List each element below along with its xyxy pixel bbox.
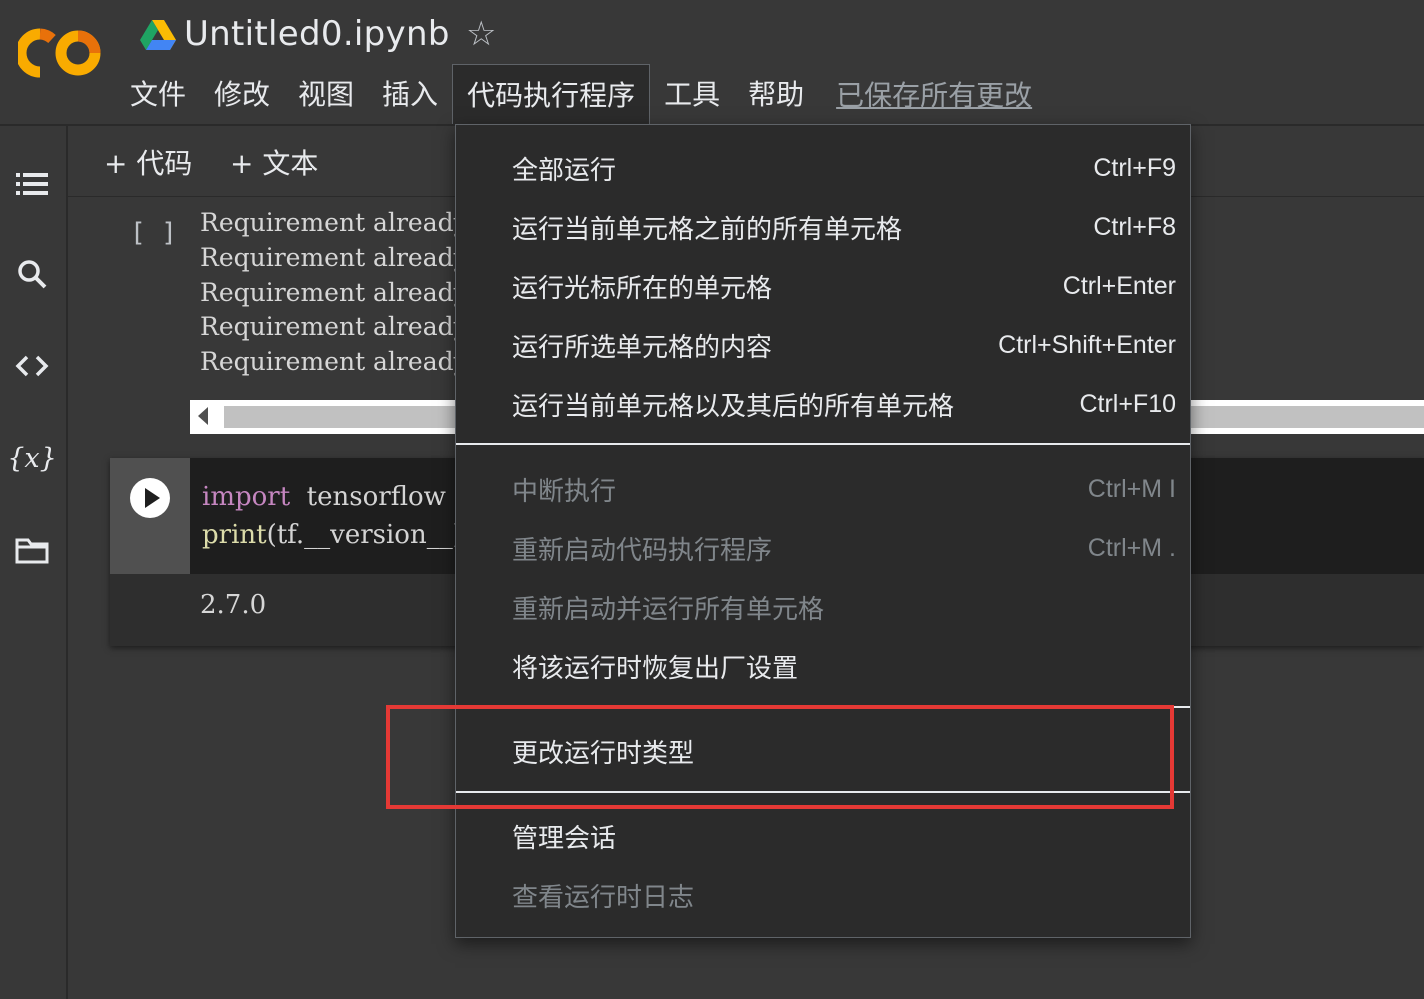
function-name: print [202, 520, 267, 550]
menu-item-factory-reset[interactable]: 将该运行时恢复出厂设置 [512, 641, 1176, 691]
scroll-left-arrow-icon[interactable] [198, 407, 208, 425]
highlight-annotation-box [386, 705, 1174, 809]
menu-item-run-selection[interactable]: 运行所选单元格的内容 Ctrl+Shift+Enter [512, 320, 1176, 370]
sidebar: {x} [0, 126, 68, 999]
menu-item-label: 重新启动代码执行程序 [512, 535, 773, 566]
menu-item-run-all[interactable]: 全部运行 Ctrl+F9 [512, 143, 1176, 193]
menu-item-label: 重新启动并运行所有单元格 [512, 594, 825, 625]
table-of-contents-icon[interactable] [14, 166, 50, 202]
play-icon [144, 488, 160, 508]
menu-item-label: 查看运行时日志 [512, 882, 695, 913]
menu-tools[interactable]: 工具 [650, 64, 734, 124]
menu-item-restart-runtime[interactable]: 重新启动代码执行程序 Ctrl+M . [512, 523, 1176, 573]
files-folder-icon[interactable] [14, 532, 50, 568]
menu-edit[interactable]: 修改 [200, 64, 284, 124]
keyword: import [202, 482, 291, 512]
shortcut-label: Ctrl+F8 [1093, 212, 1176, 241]
shortcut-label: Ctrl+Shift+Enter [998, 330, 1176, 359]
shortcut-label: Ctrl+M I [1087, 474, 1176, 503]
menu-item-label: 运行所选单元格的内容 [512, 332, 773, 363]
add-text-cell-button[interactable]: + 文本 [230, 142, 318, 182]
menu-item-label: 将该运行时恢复出厂设置 [512, 653, 799, 684]
star-outline-icon[interactable]: ☆ [466, 14, 496, 54]
menu-item-label: 运行光标所在的单元格 [512, 273, 773, 304]
cell-output: 2.7.0 [200, 590, 267, 620]
menu-item-view-runtime-logs[interactable]: 查看运行时日志 [512, 870, 1176, 920]
shortcut-label: Ctrl+Enter [1062, 271, 1176, 300]
code-text: (tf.__version__) [266, 520, 463, 550]
menu-item-label: 管理会话 [512, 823, 617, 854]
shortcut-label: Ctrl+F10 [1079, 389, 1176, 418]
menu-item-label: 全部运行 [512, 155, 617, 186]
menubar: 文件 修改 视图 插入 代码执行程序 工具 帮助 已保存所有更改 [116, 64, 1032, 124]
colab-logo[interactable] [15, 28, 102, 82]
menu-view[interactable]: 视图 [284, 64, 368, 124]
menu-item-run-after[interactable]: 运行当前单元格以及其后的所有单元格 Ctrl+F10 [512, 379, 1176, 429]
google-drive-icon[interactable] [140, 20, 176, 56]
code-snippets-icon[interactable] [14, 348, 50, 384]
runtime-dropdown-menu: 全部运行 Ctrl+F9 运行当前单元格之前的所有单元格 Ctrl+F8 运行光标所… [455, 124, 1191, 938]
menu-help[interactable]: 帮助 [734, 64, 818, 124]
cell-execution-count: [ ] [130, 218, 177, 248]
menu-item-restart-and-run-all[interactable]: 重新启动并运行所有单元格 [512, 582, 1176, 632]
cell-gutter [110, 458, 190, 574]
menu-runtime[interactable]: 代码执行程序 [452, 64, 651, 124]
menu-item-label: 运行当前单元格以及其后的所有单元格 [512, 391, 955, 422]
variables-icon[interactable]: {x} [7, 440, 57, 476]
header: Untitled0.ipynb ☆ 文件 修改 视图 插入 代码执行程序 工具 … [0, 0, 1424, 126]
code-line-2: print(tf.__version__) [202, 520, 463, 550]
menu-item-interrupt[interactable]: 中断执行 Ctrl+M I [512, 464, 1176, 514]
search-icon[interactable] [14, 256, 50, 292]
menu-item-label: 运行当前单元格之前的所有单元格 [512, 214, 903, 245]
menu-divider [456, 443, 1190, 445]
menu-insert[interactable]: 插入 [368, 64, 452, 124]
notebook-title[interactable]: Untitled0.ipynb [184, 14, 450, 54]
menu-item-label: 中断执行 [512, 476, 617, 507]
menu-file[interactable]: 文件 [116, 64, 200, 124]
add-code-cell-button[interactable]: + 代码 [104, 142, 192, 182]
menu-item-run-before[interactable]: 运行当前单元格之前的所有单元格 Ctrl+F8 [512, 202, 1176, 252]
save-status-link[interactable]: 已保存所有更改 [836, 74, 1032, 114]
run-cell-button[interactable] [130, 478, 170, 518]
shortcut-label: Ctrl+F9 [1093, 153, 1176, 182]
shortcut-label: Ctrl+M . [1087, 533, 1176, 562]
menu-item-run-focused[interactable]: 运行光标所在的单元格 Ctrl+Enter [512, 261, 1176, 311]
menu-item-manage-sessions[interactable]: 管理会话 [512, 811, 1176, 861]
